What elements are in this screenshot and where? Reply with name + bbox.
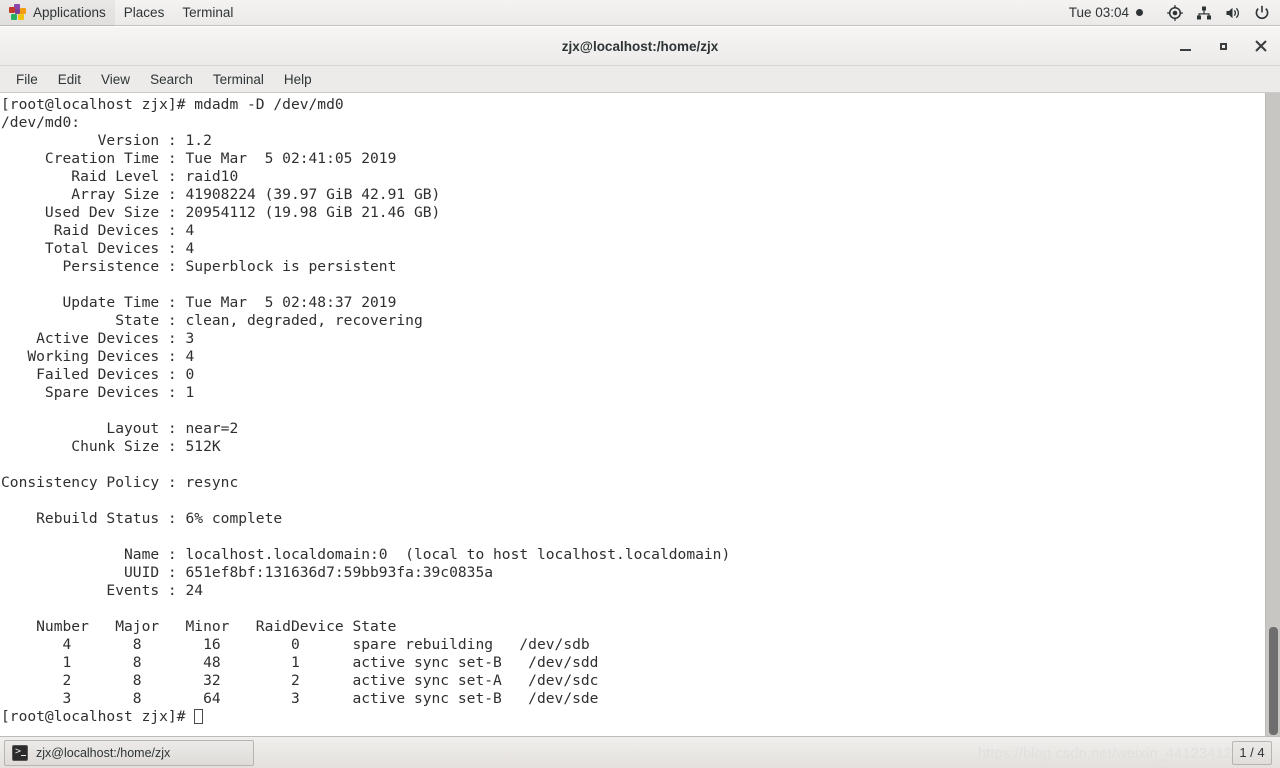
terminal-line: Update Time : Tue Mar 5 02:48:37 2019 — [1, 294, 397, 311]
terminal-line: 3 8 64 3 active sync set-B /dev/sde — [1, 690, 599, 707]
terminal-cursor — [194, 709, 203, 724]
terminal-line: Persistence : Superblock is persistent — [1, 258, 397, 275]
network-icon[interactable] — [1196, 5, 1212, 21]
menu-search[interactable]: Search — [140, 68, 203, 91]
terminal-line: Number Major Minor RaidDevice State — [1, 618, 397, 635]
clock-applet[interactable]: Tue 03:04 — [1061, 0, 1151, 26]
applications-icon — [9, 4, 26, 21]
terminal-line: Array Size : 41908224 (39.97 GiB 42.91 G… — [1, 186, 441, 203]
terminal-line: 1 8 48 1 active sync set-B /dev/sdd — [1, 654, 599, 671]
terminal-line: UUID : 651ef8bf:131636d7:59bb93fa:39c083… — [1, 564, 494, 581]
clock-label: Tue 03:04 — [1068, 5, 1129, 20]
terminal-line: State : clean, degraded, recovering — [1, 312, 423, 329]
close-icon — [1255, 40, 1267, 52]
terminal-scrollbar[interactable] — [1265, 93, 1280, 737]
places-menu[interactable]: Places — [115, 0, 174, 26]
window-list: zjx@localhost:/home/zjx — [4, 739, 254, 766]
terminal-menu[interactable]: Terminal — [173, 0, 242, 26]
menu-view[interactable]: View — [91, 68, 140, 91]
minimize-icon — [1179, 48, 1191, 51]
menu-edit[interactable]: Edit — [48, 68, 91, 91]
minimize-button[interactable] — [1174, 35, 1196, 57]
terminal-line: Name : localhost.localdomain:0 (local to… — [1, 546, 731, 563]
window-controls — [1174, 27, 1272, 65]
terminal-line: Layout : near=2 — [1, 420, 239, 437]
terminal-line: Spare Devices : 1 — [1, 384, 195, 401]
applications-menu-label: Applications — [33, 5, 106, 20]
terminal-menu-label: Terminal — [182, 5, 234, 20]
terminal-line: Chunk Size : 512K — [1, 438, 221, 455]
volume-icon[interactable] — [1225, 5, 1241, 21]
menu-file-label: File — [16, 71, 38, 87]
menu-bar: File Edit View Search Terminal Help — [0, 66, 1280, 93]
menu-terminal-label: Terminal — [212, 71, 264, 87]
bottom-panel: zjx@localhost:/home/zjx https://blog.csd… — [0, 736, 1280, 768]
menu-search-label: Search — [150, 71, 193, 87]
terminal-line: 2 8 32 2 active sync set-A /dev/sdc — [1, 672, 599, 689]
places-menu-label: Places — [123, 5, 165, 20]
scrollbar-thumb[interactable] — [1269, 627, 1278, 735]
workspace-label: 1 / 4 — [1239, 745, 1265, 760]
terminal-line: 4 8 16 0 spare rebuilding /dev/sdb — [1, 636, 590, 653]
terminal-line: Total Devices : 4 — [1, 240, 195, 257]
menu-file[interactable]: File — [6, 68, 48, 91]
menu-terminal[interactable]: Terminal — [203, 68, 274, 91]
location-icon[interactable] — [1167, 4, 1183, 21]
terminal-line: Consistency Policy : resync — [1, 474, 239, 491]
menu-help-label: Help — [283, 71, 312, 87]
terminal-icon — [12, 744, 28, 761]
terminal-line: Failed Devices : 0 — [1, 366, 195, 383]
window-titlebar[interactable]: zjx@localhost:/home/zjx — [0, 27, 1280, 66]
window-title: zjx@localhost:/home/zjx — [561, 38, 719, 54]
taskbar-item-terminal[interactable]: zjx@localhost:/home/zjx — [4, 739, 254, 766]
maximize-button[interactable] — [1212, 35, 1234, 57]
terminal-line: /dev/md0: — [1, 114, 81, 131]
terminal-line: Raid Level : raid10 — [1, 168, 239, 185]
close-button[interactable] — [1250, 35, 1272, 57]
watermark-text: https://blog.csdn.net/weixin_44123412 — [977, 746, 1232, 762]
terminal-window: zjx@localhost:/home/zjx File Edit View S — [0, 27, 1280, 737]
terminal-line: Raid Devices : 4 — [1, 222, 195, 239]
terminal-line: Rebuild Status : 6% complete — [1, 510, 283, 527]
terminal-line: Active Devices : 3 — [1, 330, 195, 347]
menu-view-label: View — [101, 71, 131, 87]
top-panel: Applications Places Terminal Tue 03:04 — [0, 0, 1280, 26]
power-icon[interactable] — [1254, 5, 1270, 21]
terminal-line: Version : 1.2 — [1, 132, 212, 149]
terminal-body: [root@localhost zjx]# mdadm -D /dev/md0/… — [0, 93, 1280, 737]
maximize-icon — [1219, 42, 1227, 50]
terminal-prompt-line: [root@localhost zjx]# — [0, 708, 1265, 726]
menu-help[interactable]: Help — [274, 68, 322, 91]
workspace-switcher[interactable]: 1 / 4 — [1232, 740, 1272, 765]
taskbar-item-label: zjx@localhost:/home/zjx — [36, 745, 171, 760]
calendar-dot-icon — [1136, 9, 1143, 16]
system-tray — [1151, 0, 1280, 26]
terminal-line: Working Devices : 4 — [1, 348, 195, 365]
terminal-line: Used Dev Size : 20954112 (19.98 GiB 21.4… — [1, 204, 441, 221]
terminal-line: Events : 24 — [1, 582, 204, 599]
terminal-output[interactable]: [root@localhost zjx]# mdadm -D /dev/md0/… — [0, 93, 1265, 737]
applications-menu[interactable]: Applications — [0, 0, 115, 26]
terminal-line: [root@localhost zjx]# mdadm -D /dev/md0 — [1, 96, 344, 113]
desktop-screen: Applications Places Terminal Tue 03:04 z… — [0, 0, 1280, 768]
menu-edit-label: Edit — [57, 71, 82, 87]
terminal-prompt-text: [root@localhost zjx]# — [1, 708, 195, 725]
terminal-line: Creation Time : Tue Mar 5 02:41:05 2019 — [1, 150, 397, 167]
